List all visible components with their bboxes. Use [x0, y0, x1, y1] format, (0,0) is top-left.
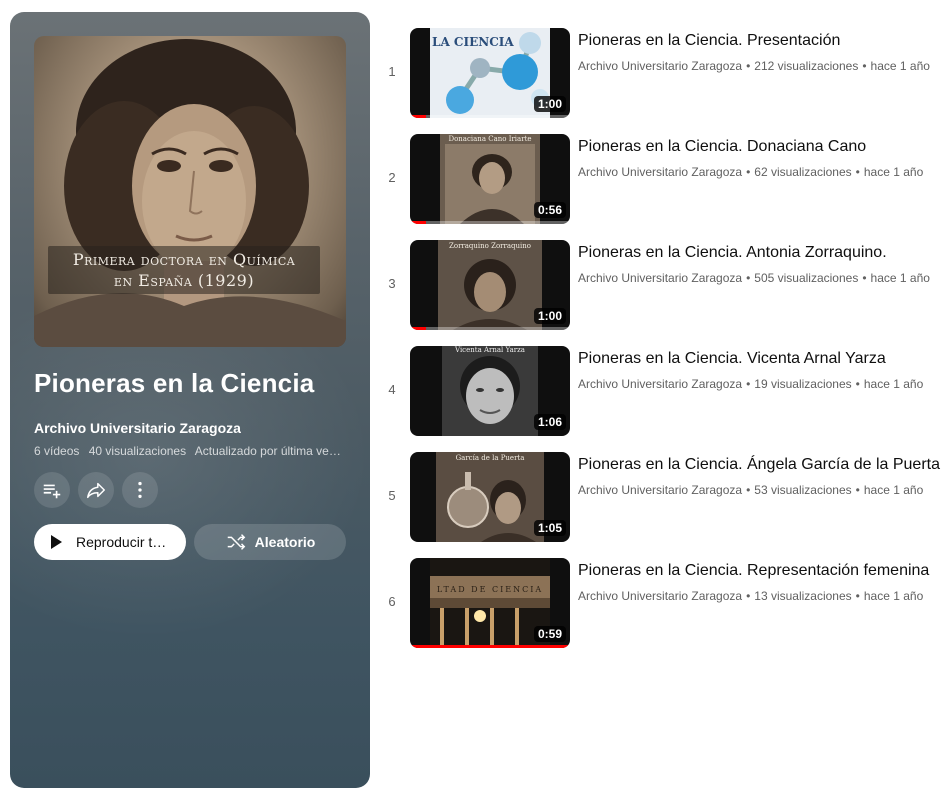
playlist-updated: Actualizado por última vez el 10 dic 202… — [194, 444, 346, 458]
video-meta: Archivo Universitario Zaragoza • 505 visua… — [578, 271, 930, 285]
video-duration: 1:00 — [533, 308, 566, 324]
video-duration: 0:56 — [533, 202, 566, 218]
video-title[interactable]: Pioneras en la Ciencia. Representación f… — [578, 560, 946, 582]
video-duration: 1:05 — [533, 520, 566, 536]
upload-age: hace 1 año — [870, 59, 930, 73]
video-title[interactable]: Pioneras en la Ciencia. Antonia Zorraqui… — [578, 242, 946, 264]
video-thumbnail[interactable]: Donaciana Cano Iriarte 0:56 — [410, 134, 570, 224]
video-thumbnail[interactable]: Vicenta Arnal Yarza 1:06 — [410, 346, 570, 436]
play-all-label: Reproducir todo — [76, 534, 174, 550]
video-index: 6 — [388, 594, 396, 609]
playlist-views: 40 visualizaciones — [88, 444, 187, 458]
thumb-text: LA CIENCIA — [432, 35, 514, 49]
shuffle-icon — [227, 534, 245, 550]
video-duration: 0:59 — [533, 626, 566, 642]
playlist-meta: 6 vídeos 40 visualizaciones Actualizado … — [34, 444, 346, 458]
playlist-video-item[interactable]: 5 García de la Puerta 1:05 Pioneras en l… — [380, 452, 946, 558]
thumb-text: Vicenta Arnal Yarza — [454, 346, 525, 354]
view-count: 53 visualizaciones — [754, 483, 852, 497]
thumb-text: Donaciana Cano Iriarte — [448, 135, 531, 143]
video-title[interactable]: Pioneras en la Ciencia. Vicenta Arnal Ya… — [578, 348, 946, 370]
playlist-header-panel: Primera doctora en Química en España (19… — [10, 12, 370, 788]
progress-track — [410, 221, 570, 224]
upload-age: hace 1 año — [863, 165, 924, 179]
play-all-button[interactable]: Reproducir todo — [34, 524, 186, 560]
video-thumbnail[interactable]: Zorraquino Zorraquino 1:00 — [410, 240, 570, 330]
playlist-video-item[interactable]: 6 LTAD DE CIENCIA 0:59 Pioneras en la Ci… — [380, 558, 946, 664]
video-index: 3 — [388, 276, 396, 291]
video-meta: Archivo Universitario Zaragoza • 19 visual… — [578, 377, 924, 391]
video-duration: 1:06 — [533, 414, 566, 430]
thumb-text: Zorraquino Zorraquino — [449, 242, 531, 250]
upload-age: hace 1 año — [863, 483, 924, 497]
video-meta: Archivo Universitario Zaragoza • 62 visual… — [578, 165, 924, 179]
share-button[interactable] — [78, 472, 114, 508]
view-count: 19 visualizaciones — [754, 377, 852, 391]
video-thumbnail[interactable]: LTAD DE CIENCIA 0:59 — [410, 558, 570, 648]
upload-age: hace 1 año — [863, 377, 924, 391]
playlist-video-list: 1 LA CIENCIA 1:00 Pioneras en la Ciencia… — [380, 28, 946, 664]
video-count: 6 vídeos — [34, 444, 80, 458]
playlist-video-item[interactable]: 4 Vicenta Arnal Yarza 1:06 Pioneras en l… — [380, 346, 946, 452]
channel-link[interactable]: Archivo Universitario Zaragoza — [578, 59, 742, 73]
video-index: 1 — [388, 64, 396, 79]
playlist-owner-link[interactable]: Archivo Universitario Zaragoza — [34, 420, 241, 436]
more-actions-button[interactable] — [122, 472, 158, 508]
channel-link[interactable]: Archivo Universitario Zaragoza — [578, 483, 742, 497]
video-meta: Archivo Universitario Zaragoza • 13 visual… — [578, 589, 924, 603]
cover-caption-line1: Primera doctora en Química — [72, 250, 296, 269]
more-vert-icon — [138, 481, 142, 499]
thumb-text: García de la Puerta — [456, 454, 525, 462]
playlist-page: Primera doctora en Química en España (19… — [0, 0, 946, 801]
play-icon — [51, 535, 62, 549]
video-thumbnail[interactable]: LA CIENCIA 1:00 — [410, 28, 570, 118]
playlist-video-item[interactable]: 1 LA CIENCIA 1:00 Pioneras en la Ciencia… — [380, 28, 946, 134]
progress-track — [410, 115, 570, 118]
shuffle-label: Aleatorio — [254, 534, 316, 550]
channel-link[interactable]: Archivo Universitario Zaragoza — [578, 271, 742, 285]
video-index: 2 — [388, 170, 396, 185]
channel-link[interactable]: Archivo Universitario Zaragoza — [578, 165, 742, 179]
share-icon — [87, 482, 105, 499]
cover-caption-line2: en España (1929) — [113, 271, 255, 290]
video-index: 4 — [388, 382, 396, 397]
video-title[interactable]: Pioneras en la Ciencia. Ángela García de… — [578, 454, 946, 476]
video-index: 5 — [388, 488, 396, 503]
video-title[interactable]: Pioneras en la Ciencia. Donaciana Cano — [578, 136, 946, 158]
progress-bar — [410, 645, 570, 648]
view-count: 212 visualizaciones — [754, 59, 859, 73]
upload-age: hace 1 año — [863, 589, 924, 603]
save-to-library-button[interactable] — [34, 472, 70, 508]
progress-track — [410, 327, 570, 330]
view-count: 505 visualizaciones — [754, 271, 859, 285]
channel-link[interactable]: Archivo Universitario Zaragoza — [578, 589, 742, 603]
video-meta: Archivo Universitario Zaragoza • 212 visua… — [578, 59, 930, 73]
progress-bar — [410, 327, 426, 330]
video-duration: 1:00 — [533, 96, 566, 112]
progress-bar — [410, 115, 426, 118]
upload-age: hace 1 año — [870, 271, 930, 285]
playlist-title: Pioneras en la Ciencia — [34, 368, 315, 398]
shuffle-button[interactable]: Aleatorio — [194, 524, 346, 560]
view-count: 62 visualizaciones — [754, 165, 852, 179]
view-count: 13 visualizaciones — [754, 589, 852, 603]
video-thumbnail[interactable]: García de la Puerta 1:05 — [410, 452, 570, 542]
thumb-text: LTAD DE CIENCIA — [437, 585, 543, 594]
video-title[interactable]: Pioneras en la Ciencia. Presentación — [578, 30, 946, 52]
channel-link[interactable]: Archivo Universitario Zaragoza — [578, 377, 742, 391]
cover-caption: Primera doctora en Química en España (19… — [48, 246, 320, 294]
playlist-cover-image[interactable]: Primera doctora en Química en España (19… — [34, 36, 346, 347]
video-meta: Archivo Universitario Zaragoza • 53 visual… — [578, 483, 924, 497]
save-to-library-icon — [43, 484, 61, 499]
playlist-video-item[interactable]: 2 Donaciana Cano Iriarte 0:56 Pioneras e… — [380, 134, 946, 240]
playlist-video-item[interactable]: 3 Zorraquino Zorraquino 1:00 Pioneras en… — [380, 240, 946, 346]
progress-bar — [410, 221, 426, 224]
